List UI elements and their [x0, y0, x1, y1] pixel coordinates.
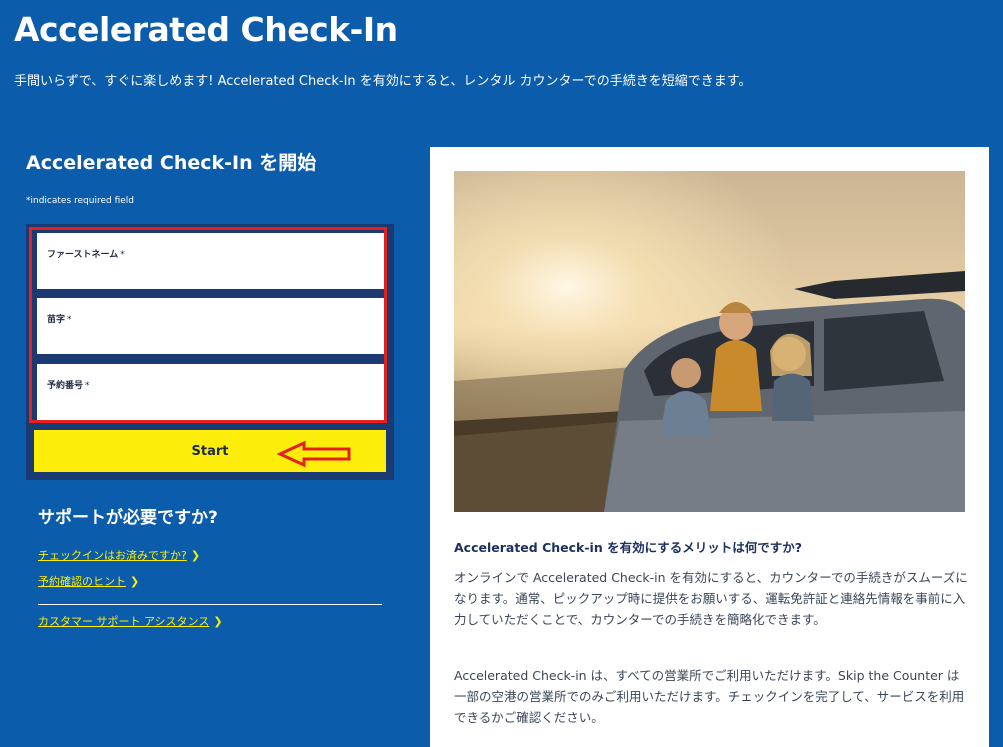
benefit-heading: Accelerated Check-in を有効にするメリットは何ですか? — [454, 540, 802, 555]
checked-in-link[interactable]: チェックインはお済みですか? ❯ — [38, 547, 200, 563]
customer-support-link[interactable]: カスタマー サポート アシスタンス ❯ — [38, 613, 223, 629]
reservation-tips-link[interactable]: 予約確認のヒント ❯ — [38, 573, 139, 589]
annotation-highlight-box — [29, 227, 387, 423]
intro-text: 手間いらずで、すぐに楽しめます! Accelerated Check-In を有… — [14, 74, 752, 89]
family-car-photo — [454, 171, 965, 512]
required-field-note: *indicates required field — [26, 196, 134, 206]
chevron-right-icon: ❯ — [213, 615, 223, 628]
info-panel: Accelerated Check-in を有効にするメリットは何ですか? オン… — [430, 147, 989, 747]
form-heading: Accelerated Check-In を開始 — [26, 152, 317, 174]
chevron-right-icon: ❯ — [130, 575, 140, 588]
benefit-paragraph: オンラインで Accelerated Check-in を有効にすると、カウンタ… — [454, 570, 968, 627]
customer-support-link-label: カスタマー サポート アシスタンス — [38, 615, 210, 628]
page-title: Accelerated Check-In — [14, 10, 398, 49]
left-arrow-annotation-icon — [277, 440, 351, 468]
availability-paragraph: Accelerated Check-in は、すべての営業所でご利用いただけます… — [454, 668, 965, 725]
reservation-tips-link-label: 予約確認のヒント — [38, 575, 126, 588]
checked-in-link-label: チェックインはお済みですか? — [38, 549, 187, 562]
chevron-right-icon: ❯ — [190, 549, 201, 562]
support-divider — [38, 604, 382, 605]
support-heading: サポートが必要ですか? — [38, 508, 218, 528]
